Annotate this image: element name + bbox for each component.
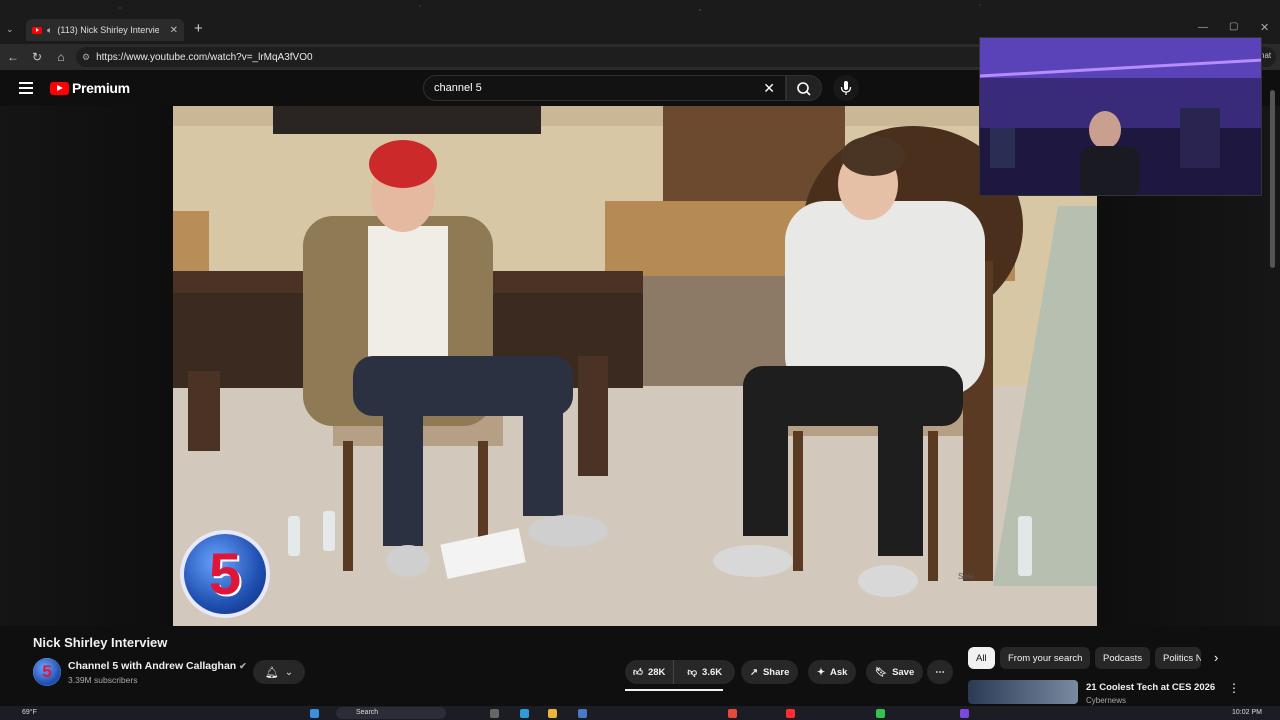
wall-tv: [273, 106, 541, 134]
recommendation-title[interactable]: 21 Coolest Tech at CES 2026: [1086, 682, 1215, 693]
bottle-label: Sole: [958, 572, 975, 581]
windows-taskbar: 69°F Search 10:02 PM: [0, 706, 1280, 720]
search-button[interactable]: [786, 75, 822, 101]
browser-tab[interactable]: 🔈︎ (113) Nick Shirley Interview - Y ✕: [26, 19, 184, 41]
youtube-favicon-icon: [32, 26, 42, 34]
channel-avatar[interactable]: 5: [33, 658, 61, 686]
share-icon: ↗: [750, 666, 758, 678]
channel-avatar-badge: 5: [33, 658, 61, 686]
weather-widget[interactable]: 69°F: [22, 709, 37, 716]
search-input-value: channel 5: [434, 82, 482, 94]
file-explorer-icon[interactable]: [548, 709, 557, 718]
subscriber-count: 3.39M subscribers: [68, 675, 138, 685]
youtube-logo-icon: [50, 81, 69, 95]
chevron-down-icon: ⌄: [284, 666, 294, 678]
chips-next-chevron-icon[interactable]: ›: [1214, 650, 1218, 665]
like-button[interactable]: 👍︎ 28K: [625, 660, 675, 684]
logo-text: Premium: [72, 80, 130, 96]
ask-button[interactable]: ✦ Ask: [808, 660, 857, 684]
chip-from-your-search[interactable]: From your search: [1000, 647, 1091, 669]
home-button[interactable]: ⌂: [53, 49, 69, 65]
bookmark-icon: 🔖︎: [875, 666, 888, 678]
thumbs-down-icon: 👎︎: [687, 667, 698, 678]
dislike-count: 3.6K: [702, 666, 723, 678]
search-icon: [797, 82, 811, 96]
dislike-button[interactable]: 👎︎ 3.6K: [679, 660, 730, 684]
interview-scene-image: Sole: [173, 106, 1097, 626]
task-view-icon[interactable]: [490, 709, 499, 718]
taskbar-clock: 10:02 PM: [1232, 709, 1262, 716]
save-label: Save: [892, 666, 915, 678]
close-window-button[interactable]: ✕: [1260, 21, 1269, 34]
channel-5-watermark: 5: [180, 530, 270, 618]
back-button[interactable]: ←: [5, 49, 21, 65]
recommendation-channel: Cybernews: [1086, 696, 1127, 705]
notification-bell-button[interactable]: 🔔︎ ⌄: [253, 660, 305, 684]
clear-search-icon[interactable]: ✕: [763, 80, 775, 97]
tab-close-icon[interactable]: ✕: [170, 25, 178, 36]
chip-podcasts[interactable]: Podcasts: [1095, 647, 1151, 669]
channel-name-text: Channel 5 with Andrew Callaghan: [68, 660, 237, 672]
like-ratio-bar: [625, 689, 723, 691]
new-tab-button[interactable]: +: [194, 20, 203, 37]
chip-politics[interactable]: Politics N: [1155, 647, 1201, 669]
minimize-window-button[interactable]: —: [1198, 22, 1208, 33]
page-scrollbar[interactable]: [1270, 90, 1275, 268]
store-icon[interactable]: [578, 709, 587, 718]
microphone-icon: [840, 81, 852, 95]
sparkle-icon: ✦: [817, 666, 825, 678]
reload-button[interactable]: ↻: [29, 49, 45, 65]
maximize-window-button[interactable]: ▢: [1229, 21, 1238, 32]
obs-icon[interactable]: [960, 709, 969, 718]
share-button[interactable]: ↗ Share: [741, 660, 799, 684]
taskbar-search[interactable]: Search: [336, 707, 446, 719]
video-frame[interactable]: Sole 5: [173, 106, 1097, 626]
speaker-icon[interactable]: 🔈︎: [47, 25, 52, 36]
hamburger-menu-icon[interactable]: [19, 82, 33, 94]
bell-icon: 🔔︎: [264, 666, 279, 679]
voice-search-button[interactable]: [833, 75, 859, 101]
save-button[interactable]: 🔖︎ Save: [866, 660, 924, 684]
tab-title: (113) Nick Shirley Interview - Y: [57, 25, 160, 35]
chrome-icon[interactable]: [728, 709, 737, 718]
edge-icon[interactable]: [520, 709, 529, 718]
recommendation-more-icon[interactable]: ⋮: [1228, 681, 1240, 695]
video-title: Nick Shirley Interview: [33, 635, 168, 650]
start-button-icon[interactable]: [310, 709, 319, 718]
more-horizontal-icon: ⋯: [935, 666, 945, 678]
url-text: https://www.youtube.com/watch?v=_lrMqA3f…: [96, 51, 313, 63]
tab-list-chevron-icon[interactable]: ⌄: [6, 24, 14, 35]
search-input[interactable]: channel 5 ✕: [423, 75, 786, 101]
share-label: Share: [762, 666, 790, 678]
channel-name[interactable]: Channel 5 with Andrew Callaghan ✔: [68, 660, 247, 672]
like-dislike-group: 👍︎ 28K 👎︎ 3.6K: [625, 660, 735, 684]
webcam-image: [980, 38, 1261, 195]
red-beanie: [369, 140, 437, 188]
messaging-app-icon[interactable]: [876, 709, 885, 718]
youtube-app-icon[interactable]: [786, 709, 795, 718]
site-info-icon[interactable]: ⚙: [82, 52, 90, 63]
youtube-premium-logo[interactable]: Premium: [50, 80, 130, 96]
recommendation-thumbnail[interactable]: [968, 680, 1078, 704]
streamer-webcam-overlay: [979, 37, 1262, 196]
chip-all[interactable]: All: [968, 647, 995, 669]
like-count: 28K: [647, 666, 666, 678]
verified-badge-icon: ✔: [239, 661, 247, 671]
ask-label: Ask: [829, 666, 848, 678]
more-actions-button[interactable]: ⋯: [927, 660, 953, 684]
watermark-number: 5: [208, 541, 242, 607]
thumbs-up-icon: 👍︎: [633, 667, 643, 678]
